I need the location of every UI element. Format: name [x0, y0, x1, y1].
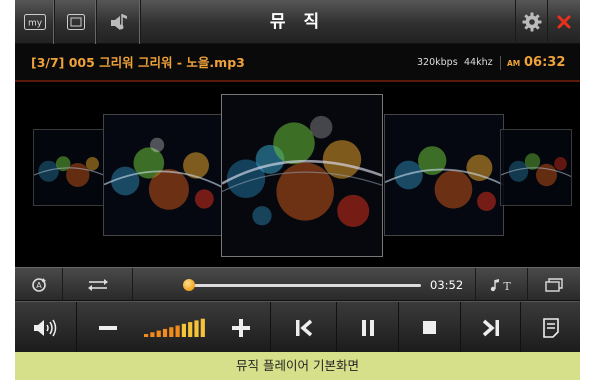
my-icon: my: [23, 14, 46, 30]
volume-down-button[interactable]: [77, 302, 139, 352]
previous-button[interactable]: [271, 302, 337, 352]
album-art-image: [501, 130, 571, 205]
samplerate-label: 44khz: [464, 57, 493, 68]
settings-button[interactable]: [515, 0, 547, 44]
playback-control-bar: [15, 301, 580, 352]
pause-icon: [361, 319, 374, 336]
music-note-icon: [110, 14, 127, 30]
top-bar: my 뮤 직: [15, 0, 580, 44]
volume-bar: [175, 325, 180, 337]
lyrics-icon: T: [490, 279, 511, 292]
plus-icon: [231, 318, 250, 337]
volume-bar: [169, 326, 174, 337]
minus-icon: [99, 325, 117, 330]
album-cover-current[interactable]: [221, 94, 383, 257]
my-button[interactable]: my: [15, 0, 55, 44]
duration-label: 03:52: [430, 278, 464, 292]
bitrate-label: 320kbps: [417, 57, 458, 68]
volume-bar: [194, 319, 199, 337]
album-cover[interactable]: [384, 114, 504, 236]
album-cover[interactable]: [500, 129, 572, 206]
stop-icon: [423, 321, 436, 334]
album-art-image: [34, 130, 107, 205]
ampm-label: AM: [507, 59, 521, 68]
volume-bar: [200, 318, 205, 337]
playlist-icon: [545, 278, 563, 292]
list-button[interactable]: [521, 302, 580, 352]
page-title: 뮤 직: [269, 12, 326, 32]
speaker-icon: [33, 319, 56, 336]
progress-bar-panel: A 03:52 T: [15, 267, 580, 302]
volume-bar: [162, 328, 168, 337]
volume-bar: [181, 323, 186, 337]
pause-button[interactable]: [337, 302, 399, 352]
svg-text:A: A: [36, 281, 42, 290]
album-art-image: [385, 115, 503, 235]
next-button[interactable]: [461, 302, 521, 352]
list-icon: [542, 317, 559, 338]
album-cover[interactable]: [33, 129, 108, 206]
volume-bar: [156, 330, 161, 337]
playlist-button[interactable]: [527, 268, 580, 302]
stop-button[interactable]: [399, 302, 461, 352]
track-info-bar: [3/7] 005 그리워 그리워 - 노을.mp3 320kbps 44khz…: [15, 44, 580, 82]
shuffle-button[interactable]: [63, 268, 133, 302]
svg-text:my: my: [27, 19, 42, 29]
album-cover[interactable]: [103, 114, 223, 236]
album-cover-flow[interactable]: [15, 84, 580, 267]
music-menu-button[interactable]: [97, 0, 141, 44]
volume-bars: [144, 318, 205, 337]
volume-up-button[interactable]: [211, 302, 271, 352]
album-art-image: [222, 95, 382, 256]
screen-caption: 뮤직 플레이어 기본화면: [15, 352, 580, 380]
shuffle-icon: [87, 279, 108, 291]
window-button[interactable]: [55, 0, 97, 44]
volume-bar: [188, 321, 193, 337]
divider: [500, 56, 501, 70]
clock: 06:32: [524, 55, 566, 70]
album-art-image: [104, 115, 222, 235]
progress-track[interactable]: [189, 284, 421, 287]
lyrics-button[interactable]: T: [475, 268, 527, 302]
volume-bar: [150, 331, 155, 337]
next-icon: [482, 319, 499, 336]
svg-text:T: T: [503, 280, 511, 292]
gear-icon: [522, 12, 541, 32]
volume-button[interactable]: [15, 302, 77, 352]
track-name: [3/7] 005 그리워 그리워 - 노을.mp3: [31, 55, 245, 70]
repeat-button[interactable]: A: [15, 268, 63, 302]
repeat-icon: A: [31, 278, 46, 292]
window-icon: [66, 14, 85, 30]
music-player-screen: my 뮤 직 [3/7] 005 그리워 그리워 - 노을.mp3 320kbp…: [15, 0, 580, 352]
progress-handle[interactable]: [183, 279, 195, 291]
previous-icon: [295, 319, 312, 336]
close-button[interactable]: [547, 0, 580, 44]
volume-level: [139, 302, 211, 352]
close-icon: [557, 15, 571, 29]
volume-bar: [144, 333, 149, 337]
